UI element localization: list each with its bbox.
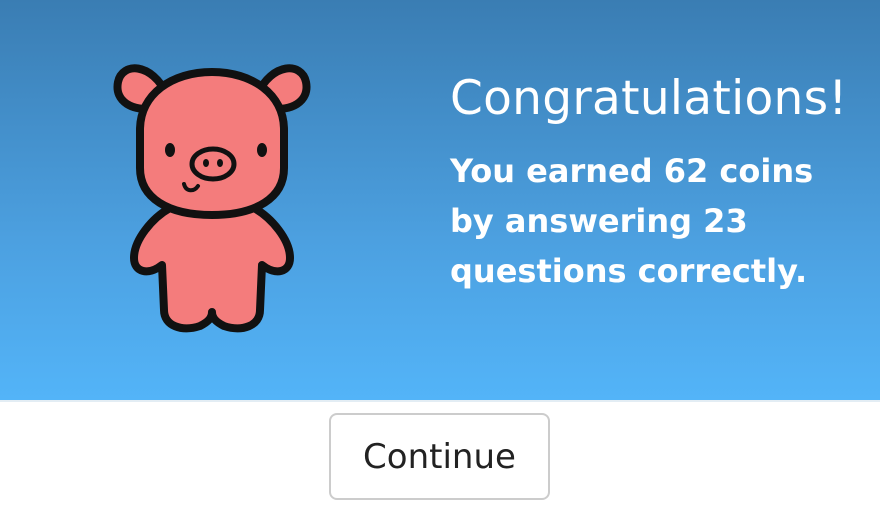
pig-icon	[113, 64, 311, 333]
divider	[0, 400, 880, 402]
reward-description: You earned 62 coins by answering 23 ques…	[450, 152, 814, 290]
continue-button[interactable]: Continue	[329, 413, 550, 500]
congratulations-title: Congratulations!	[450, 71, 848, 126]
reward-banner: Congratulations! You earned 62 coins by …	[0, 0, 880, 400]
reward-message: Congratulations! You earned 62 coins by …	[450, 70, 870, 296]
